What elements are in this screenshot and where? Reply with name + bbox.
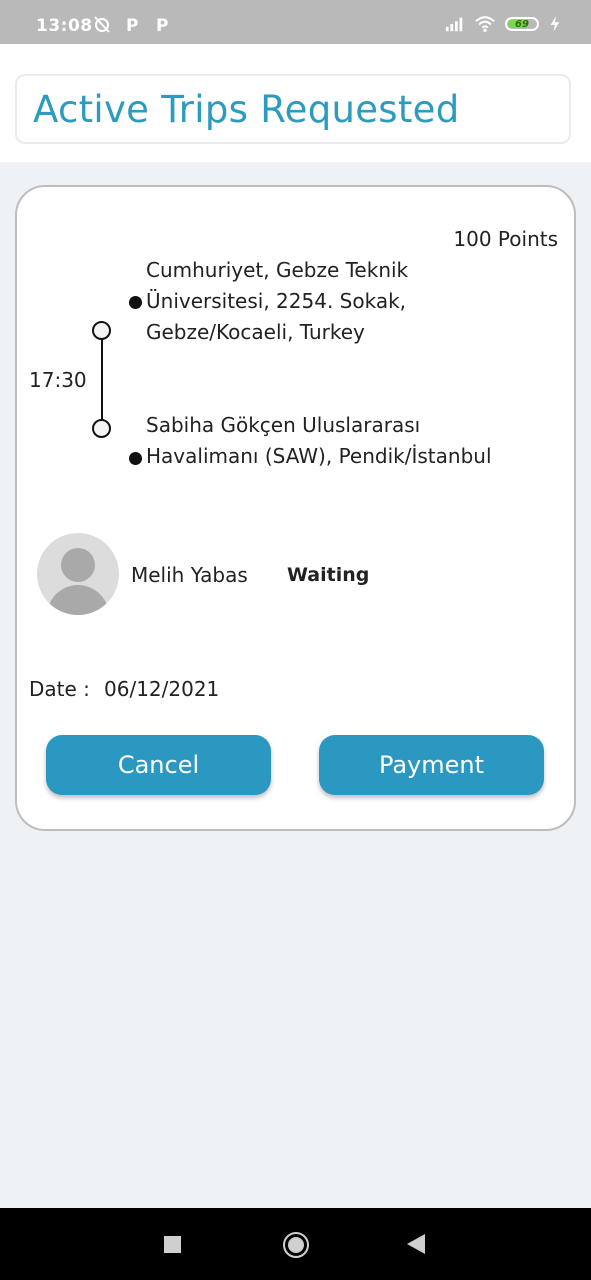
cancel-button[interactable]: Cancel (46, 735, 271, 795)
battery-level: 69 (515, 18, 529, 30)
avatar-body (47, 585, 109, 615)
date-label: Date : (29, 677, 90, 701)
route-line (101, 333, 103, 429)
parking-icon: P (156, 16, 168, 34)
status-notification-icons: P P (92, 14, 172, 34)
battery-icon: 69 (505, 17, 539, 31)
home-icon[interactable] (283, 1232, 309, 1258)
avatar (37, 533, 119, 615)
payment-button[interactable]: Payment (319, 735, 544, 795)
header: Active Trips Requested (0, 44, 591, 162)
svg-text:P: P (156, 16, 168, 34)
trip-points: 100 Points (453, 227, 558, 251)
avatar-head (61, 548, 95, 582)
user-name: Melih Yabas (131, 563, 248, 587)
destination-address: Sabiha Gökçen Uluslararası Havalimanı (S… (146, 413, 492, 468)
destination-bullet-icon (129, 452, 142, 465)
page-title: Active Trips Requested (33, 87, 460, 131)
status-system-icons: 69 (445, 14, 561, 34)
origin-bullet-icon (129, 296, 142, 309)
nav-bar (0, 1208, 591, 1280)
wifi-icon (475, 16, 495, 32)
origin-node-icon (92, 321, 111, 340)
recents-icon[interactable] (164, 1236, 181, 1253)
status-time: 13:08 (36, 16, 93, 36)
status-bar: 13:08 P P 69 (0, 0, 591, 44)
destination-node-icon (92, 419, 111, 438)
signal-icon (445, 17, 463, 32)
back-icon[interactable] (407, 1234, 425, 1254)
trip-card: 100 Points 17:30 Cumhuriyet, Gebze Tekni… (15, 185, 576, 831)
alarm-off-icon (94, 16, 110, 33)
origin-address: Cumhuriyet, Gebze Teknik Üniversitesi, 2… (146, 258, 409, 344)
parking-icon: P (126, 16, 138, 34)
date-value: 06/12/2021 (104, 677, 220, 701)
charging-icon (550, 16, 560, 32)
svg-text:P: P (126, 16, 138, 34)
trip-time: 17:30 (29, 368, 87, 392)
title-box: Active Trips Requested (15, 74, 571, 144)
trip-status: Waiting (287, 564, 370, 586)
